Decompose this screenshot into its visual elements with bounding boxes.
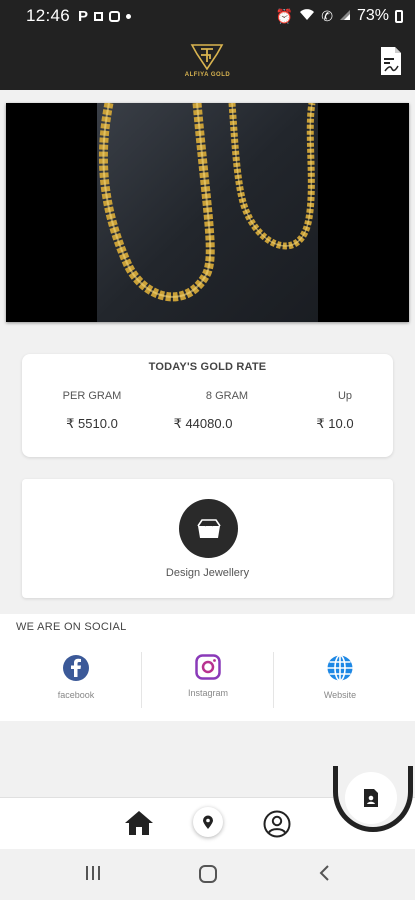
system-home-button[interactable] — [198, 864, 218, 889]
brand-logo: ALFIYA GOLD — [185, 44, 230, 78]
recents-button[interactable] — [84, 864, 102, 887]
nav-home-button[interactable] — [124, 810, 154, 841]
alarm-icon: ⏰ — [275, 7, 294, 24]
instagram-notification-icon — [109, 10, 121, 22]
square-notification-icon — [94, 11, 104, 21]
design-jewellery-card[interactable]: Design Jewellery — [22, 479, 393, 598]
recents-icon — [86, 866, 100, 880]
status-bar: 12:46 P ⏰ ✆ 73% — [0, 0, 415, 32]
social-facebook[interactable]: facebook — [10, 654, 142, 700]
battery-icon — [395, 9, 403, 23]
wifi-icon — [299, 8, 315, 24]
social-website[interactable]: Website — [274, 654, 406, 700]
nav-profile-button[interactable] — [263, 810, 291, 843]
rate-value-per-gram: ₹ 5510.0 — [66, 416, 118, 431]
jewellery-box-icon — [196, 518, 221, 538]
home-icon — [125, 811, 153, 835]
status-time: 12:46 — [26, 6, 71, 25]
facebook-label: facebook — [57, 690, 95, 700]
logo-mark-icon — [191, 44, 224, 70]
back-button[interactable] — [317, 864, 331, 887]
design-jewellery-button[interactable] — [179, 499, 238, 558]
social-section: WE ARE ON SOCIAL facebook Instagram Webs… — [0, 614, 415, 721]
rate-value-8-gram: ₹ 44080.0 — [173, 416, 233, 431]
logo-text: ALFIYA GOLD — [184, 72, 231, 78]
contact-document-icon — [364, 789, 378, 807]
social-title: WE ARE ON SOCIAL — [16, 621, 127, 633]
dot-icon — [126, 13, 132, 19]
rate-label-per-gram: PER GRAM — [62, 390, 122, 402]
rate-label-8-gram: 8 GRAM — [205, 390, 249, 402]
p-icon: P — [78, 7, 89, 25]
back-icon — [319, 865, 329, 881]
location-icon — [203, 815, 213, 829]
document-icon — [381, 47, 401, 75]
rate-value-change: ₹ 10.0 — [316, 416, 354, 431]
nav-location-button[interactable] — [193, 807, 223, 837]
call-icon: ✆ — [321, 7, 333, 24]
gold-rate-title: TODAY'S GOLD RATE — [148, 361, 267, 373]
status-right-icons: ⏰ ✆ 73% — [276, 7, 403, 25]
instagram-icon — [195, 654, 221, 680]
gold-rate-card: TODAY'S GOLD RATE PER GRAM 8 GRAM Up ₹ 5… — [22, 354, 393, 457]
home-circle-icon — [199, 865, 217, 883]
design-jewellery-label: Design Jewellery — [165, 567, 250, 579]
profile-icon — [263, 810, 291, 838]
website-label: Website — [323, 690, 357, 700]
globe-icon — [327, 654, 353, 682]
social-instagram[interactable]: Instagram — [142, 654, 274, 698]
rate-label-change: Up — [337, 390, 353, 402]
pdf-document-button[interactable] — [379, 46, 403, 76]
product-banner[interactable] — [6, 103, 409, 322]
battery-level: 73% — [356, 7, 389, 24]
facebook-icon — [63, 655, 89, 681]
system-navigation — [0, 849, 415, 900]
status-left-icons: P — [78, 7, 132, 25]
instagram-label: Instagram — [187, 688, 229, 698]
gold-chain-photo — [97, 103, 318, 322]
contact-fab-button[interactable] — [345, 772, 397, 824]
signal-icon — [339, 8, 351, 24]
app-bar: ALFIYA GOLD — [0, 32, 415, 90]
